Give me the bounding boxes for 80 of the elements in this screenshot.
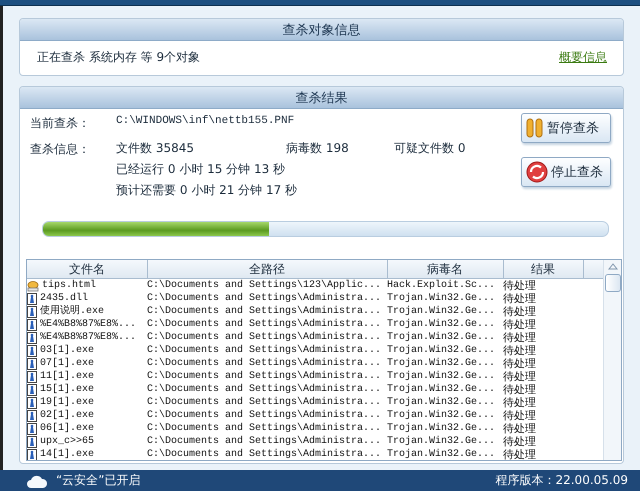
file-name: 03[1].exe xyxy=(40,344,94,357)
virus-name-cell: Trojan.Win32.Ge... xyxy=(387,370,503,383)
file-name: 使用说明.exe xyxy=(40,305,104,318)
virus-count: 病毒数 198 xyxy=(286,140,350,157)
elapsed-time: 已经运行 0 小时 15 分钟 13 秒 xyxy=(116,161,286,178)
path-cell: C:\Documents and Settings\Administra... xyxy=(147,396,387,409)
path-cell: C:\Documents and Settings\Administra... xyxy=(147,370,387,383)
panel-header: 查杀结果 xyxy=(20,87,623,109)
suspicious-count: 可疑文件数 0 xyxy=(394,140,466,157)
remaining-time: 预计还需要 0 小时 21 分钟 17 秒 xyxy=(116,182,298,199)
stop-button[interactable]: 停止查杀 xyxy=(521,157,611,187)
result-cell-text: 待处理 xyxy=(503,318,537,331)
virus-name-cell: Trojan.Win32.Ge... xyxy=(387,448,503,460)
path-cell: C:\Documents and Settings\Administra... xyxy=(147,422,387,435)
path-cell: C:\Documents and Settings\Administra... xyxy=(147,383,387,396)
result-cell-text: 待处理 xyxy=(503,435,537,448)
path-cell: C:\Documents and Settings\Administra... xyxy=(147,435,387,448)
path-cell: C:\Documents and Settings\123\Applic... xyxy=(147,278,387,292)
file-name: 15[1].exe xyxy=(40,383,94,396)
result-cell-text: 待处理 xyxy=(503,409,537,422)
virus-name-cell: Trojan.Win32.Ge... xyxy=(387,422,503,435)
result-cell-text: 待处理 xyxy=(503,357,537,370)
result-cell: 待处理 xyxy=(503,278,583,292)
pause-button[interactable]: 暂停查杀 xyxy=(521,113,611,143)
column-header[interactable]: 结果 xyxy=(503,260,583,278)
stop-icon xyxy=(526,161,548,183)
virus-name-cell: Trojan.Win32.Ge... xyxy=(387,357,503,370)
virus-name-cell: Trojan.Win32.Ge... xyxy=(387,383,503,396)
file-count: 文件数 35845 xyxy=(116,140,195,157)
pause-icon xyxy=(526,118,544,138)
path-cell: C:\Documents and Settings\Administra... xyxy=(147,448,387,460)
virus-name-cell: Trojan.Win32.Ge... xyxy=(387,305,503,318)
virus-name-cell: Trojan.Win32.Ge... xyxy=(387,396,503,409)
scrollbar[interactable] xyxy=(603,260,621,460)
scan-target-text: 正在查杀 系统内存 等 9个对象 xyxy=(37,49,200,66)
scroll-thumb[interactable] xyxy=(604,274,620,292)
virus-name-cell: Trojan.Win32.Ge... xyxy=(387,344,503,357)
result-cell-text: 待处理 xyxy=(503,292,537,305)
result-cell-text: 待处理 xyxy=(503,383,537,396)
virus-name-cell: Hack.Exploit.Sc... xyxy=(387,278,503,292)
cloud-security-status: “云安全”已开启 xyxy=(56,472,140,489)
file-name: 02[1].exe xyxy=(40,409,94,422)
path-cell: C:\Documents and Settings\Administra... xyxy=(147,344,387,357)
info-label: 查杀信息： xyxy=(30,141,91,158)
file-name: %E4%B8%87%E8%... xyxy=(40,331,136,344)
virus-name-cell: Trojan.Win32.Ge... xyxy=(387,409,503,422)
virus-name-cell: Trojan.Win32.Ge... xyxy=(387,331,503,344)
column-header[interactable]: 文件名 xyxy=(27,260,147,278)
current-label: 当前查杀： xyxy=(30,115,91,132)
result-cell-text: 待处理 xyxy=(503,331,537,344)
path-cell: C:\Documents and Settings\Administra... xyxy=(147,305,387,318)
column-header[interactable]: 病毒名 xyxy=(387,260,503,278)
path-cell: C:\Documents and Settings\Administra... xyxy=(147,357,387,370)
file-name: 2435.dll xyxy=(40,292,88,305)
virus-name-cell: Trojan.Win32.Ge... xyxy=(387,318,503,331)
file-name: 19[1].exe xyxy=(40,396,94,409)
program-version: 程序版本：22.00.05.09 xyxy=(495,472,628,489)
result-cell-text: 待处理 xyxy=(503,396,537,409)
result-cell-text: 待处理 xyxy=(503,305,537,318)
column-header[interactable]: 全路径 xyxy=(147,260,387,278)
file-name: tips.html xyxy=(42,279,96,292)
result-cell-text: 待处理 xyxy=(503,422,537,435)
virus-name-cell: Trojan.Win32.Ge... xyxy=(387,292,503,305)
result-cell-text: 待处理 xyxy=(503,448,537,460)
current-path: C:\WINDOWS\inf\nettb155.PNF xyxy=(116,115,296,127)
path-cell: C:\Documents and Settings\Administra... xyxy=(147,318,387,331)
result-cell-text: 待处理 xyxy=(503,344,537,357)
panel-header: 查杀对象信息 xyxy=(20,19,623,41)
summary-link[interactable]: 概要信息 xyxy=(559,49,607,66)
file-name: 07[1].exe xyxy=(40,357,94,370)
file-name: 06[1].exe xyxy=(40,422,94,435)
file-name: %E4%B8%87%E8%... xyxy=(40,318,136,331)
file-name: 14[1].exe xyxy=(40,448,94,460)
virus-name-cell: Trojan.Win32.Ge... xyxy=(387,435,503,448)
file-name: 11[1].exe xyxy=(40,370,94,383)
path-cell: C:\Documents and Settings\Administra... xyxy=(147,409,387,422)
result-cell-text: 待处理 xyxy=(503,370,537,383)
path-cell: C:\Documents and Settings\Administra... xyxy=(147,331,387,344)
path-cell: C:\Documents and Settings\Administra... xyxy=(147,292,387,305)
file-name: upx_c>>65 xyxy=(40,435,94,448)
